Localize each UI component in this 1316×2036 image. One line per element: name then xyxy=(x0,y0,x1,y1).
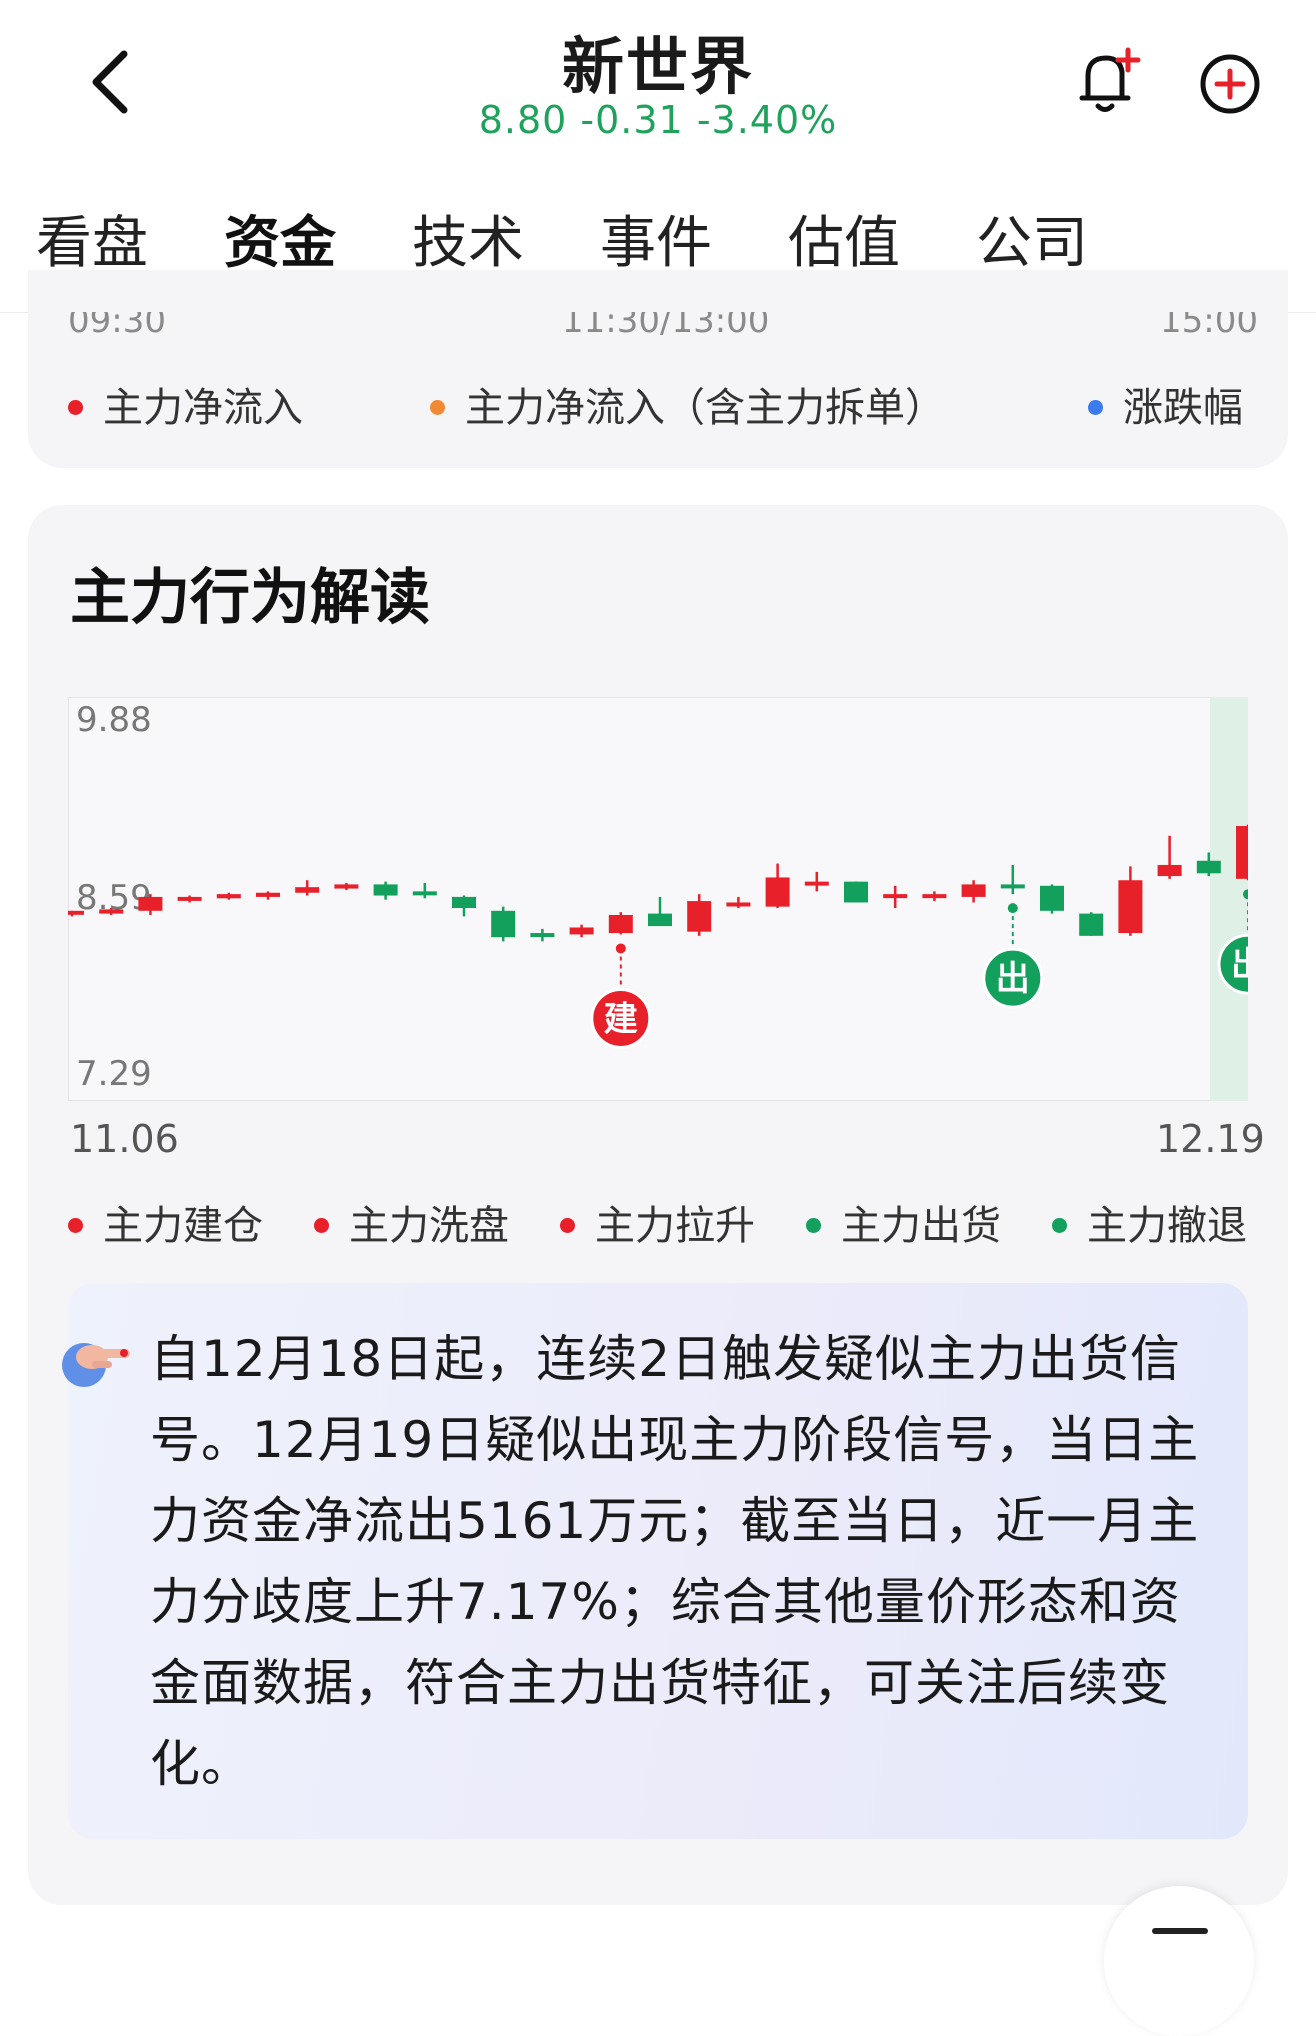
candle-body xyxy=(804,881,829,886)
legend-dot xyxy=(68,399,83,415)
x-axis-start: 11.06 xyxy=(70,1117,179,1161)
legend-dot xyxy=(68,1217,83,1233)
time-label-close: 15:00 xyxy=(1160,312,1258,341)
candle-body xyxy=(1079,913,1104,936)
time-label-midday: 11:30/13:00 xyxy=(562,312,770,341)
legend-dot xyxy=(806,1217,821,1233)
tab-zijin[interactable]: 资金 xyxy=(224,198,336,279)
candle-body xyxy=(1000,884,1025,889)
stock-price: 8.80 xyxy=(478,98,568,142)
candle-body xyxy=(765,877,790,907)
candle-body xyxy=(295,887,320,893)
signal-marker-label: 出 xyxy=(996,959,1030,999)
legend-distribution[interactable]: 主力出货 xyxy=(806,1193,1001,1251)
candle-body xyxy=(1236,826,1248,879)
marker-dot xyxy=(615,943,626,954)
marker-dot xyxy=(1007,903,1018,914)
legend-shakeout[interactable]: 主力洗盘 xyxy=(314,1193,509,1251)
capital-flow-card: 09:30 11:30/13:00 15:00 主力净流入 主力净流入（含主力拆… xyxy=(28,270,1288,468)
legend-withdraw[interactable]: 主力撤退 xyxy=(1052,1193,1247,1251)
stock-change: -0.31 xyxy=(580,98,684,142)
candle-body xyxy=(452,896,476,909)
candle-body xyxy=(608,914,633,934)
tab-jishu[interactable]: 技术 xyxy=(412,198,524,279)
legend-dot xyxy=(560,1217,575,1233)
add-watchlist-icon[interactable] xyxy=(1198,52,1262,116)
tab-shijian[interactable]: 事件 xyxy=(600,198,712,279)
candle-body xyxy=(1157,864,1182,877)
legend-label: 涨跌幅 xyxy=(1123,385,1243,431)
legend-label: 主力撤退 xyxy=(1087,1203,1247,1249)
candle-body xyxy=(648,913,672,927)
candle-body xyxy=(569,927,594,935)
x-axis-end: 12.19 xyxy=(1156,1117,1265,1161)
candle-body xyxy=(99,909,124,914)
legend-main-net-inflow[interactable]: 主力净流入 xyxy=(68,375,303,433)
legend-build-position[interactable]: 主力建仓 xyxy=(68,1193,263,1251)
candle-body xyxy=(334,884,359,889)
interpretation-text: 自12月18日起，连续2日触发疑似主力出货信号。12月19日疑似出现主力阶段信号… xyxy=(150,1330,1200,1793)
candle-body xyxy=(1196,860,1221,874)
header: 新世界 8.80 -0.31 -3.40% xyxy=(0,0,1316,150)
legend-label: 主力建仓 xyxy=(103,1203,263,1249)
y-tick-max: 9.88 xyxy=(76,700,152,740)
candle-body xyxy=(883,894,908,899)
legend-label: 主力净流入（含主力拆单） xyxy=(465,385,945,431)
candle-body xyxy=(961,884,986,897)
legend-dot xyxy=(430,399,445,415)
tab-guzhi[interactable]: 估值 xyxy=(788,198,900,279)
main-behavior-card: 主力行为解读 9.88 8.59 7.29 建出出 11.06 12.19 主力… xyxy=(28,505,1288,1905)
legend-price-change[interactable]: 涨跌幅 xyxy=(1088,375,1243,433)
candle-body xyxy=(256,892,280,897)
candle-body xyxy=(68,910,84,915)
signal-marker-label: 建 xyxy=(604,999,638,1039)
candle-body xyxy=(687,901,712,932)
legend-label: 主力洗盘 xyxy=(349,1203,509,1249)
alert-bell-icon[interactable] xyxy=(1074,46,1144,116)
legend-label: 主力出货 xyxy=(841,1203,1001,1249)
candle-body xyxy=(726,902,751,907)
legend-label: 主力净流入 xyxy=(103,385,303,431)
candle-body xyxy=(1118,880,1143,934)
y-tick-min: 7.29 xyxy=(76,1054,152,1094)
candle-body xyxy=(373,884,398,896)
stock-change-pct: -3.40% xyxy=(696,98,838,142)
candle-body xyxy=(138,896,163,911)
time-label-open: 09:30 xyxy=(68,312,166,341)
legend-dot xyxy=(1052,1217,1067,1233)
interpretation-box: 自12月18日起，连续2日触发疑似主力出货信号。12月19日疑似出现主力阶段信号… xyxy=(62,1283,1248,1839)
tab-kanpan[interactable]: 看盘 xyxy=(36,198,148,279)
tab-gongsi[interactable]: 公司 xyxy=(976,198,1088,279)
candle-body xyxy=(412,891,437,896)
section-title: 主力行为解读 xyxy=(70,563,430,633)
candlestick-chart[interactable]: 9.88 8.59 7.29 建出出 xyxy=(68,697,1248,1101)
candle-body xyxy=(216,894,241,899)
pointing-hand-icon xyxy=(62,1343,130,1387)
signal-marker-label: 出 xyxy=(1231,945,1248,985)
candle-body xyxy=(177,896,202,901)
candle-body xyxy=(491,910,516,938)
candle-body xyxy=(922,894,947,899)
legend-dot xyxy=(314,1217,329,1233)
scroll-top-icon xyxy=(1152,1928,1208,1934)
legend-dot xyxy=(1088,399,1103,415)
candle-body xyxy=(1040,885,1064,911)
legend-label: 主力拉升 xyxy=(595,1203,755,1249)
candle-body xyxy=(844,881,868,903)
legend-main-net-inflow-split[interactable]: 主力净流入（含主力拆单） xyxy=(430,375,945,433)
legend-pull-up[interactable]: 主力拉升 xyxy=(560,1193,755,1251)
candle-body xyxy=(530,933,555,938)
scroll-top-button[interactable] xyxy=(1104,1886,1254,2036)
